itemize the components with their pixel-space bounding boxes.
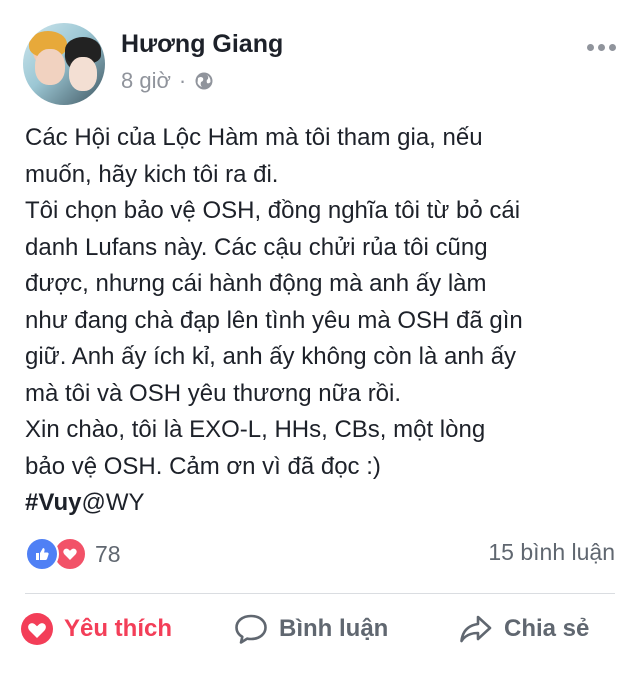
- comment-icon: [235, 614, 267, 644]
- post-text-line: được, nhưng cái hành động mà anh ấy làm: [25, 270, 487, 297]
- hashtag-line: #Vuy@WY: [25, 485, 625, 522]
- more-options-button[interactable]: [587, 44, 616, 51]
- more-dot-icon: [587, 44, 594, 51]
- avatar-face-decoration: [35, 49, 65, 85]
- comments-count[interactable]: 15 bình luận: [488, 539, 615, 566]
- author-name[interactable]: Hương Giang: [121, 30, 283, 59]
- post-text-line: Xin chào, tôi là EXO-L, HHs, CBs, một lò…: [25, 416, 486, 443]
- post-text-line: bảo vệ OSH. Cảm ơn vì đã đọc :): [25, 452, 381, 480]
- comment-button[interactable]: Bình luận: [233, 612, 388, 646]
- heart-icon: [21, 613, 53, 645]
- comment-button-label: Bình luận: [279, 615, 389, 642]
- post-time[interactable]: 8 giờ: [121, 68, 171, 94]
- avatar-face-decoration-2: [69, 57, 97, 91]
- post-text-line: như đang chà đạp lên tình yêu mà OSH đã …: [25, 306, 523, 334]
- like-icon: [25, 537, 59, 571]
- post-text-line: muốn, hãy kich tôi ra đi.: [25, 160, 279, 188]
- post-text-line: giữ. Anh ấy ích kỉ, anh ấy không còn là …: [25, 343, 517, 370]
- globe-icon[interactable]: [194, 71, 214, 91]
- share-icon: [460, 615, 492, 643]
- share-button[interactable]: Chia sẻ: [458, 612, 589, 646]
- post-text-line: mà tôi và OSH yêu thương nữa rồi.: [25, 379, 402, 407]
- post-text-line: Các Hội của Lộc Hàm mà tôi tham gia, nếu: [25, 124, 483, 151]
- more-dot-icon: [609, 44, 616, 51]
- reaction-count: 78: [95, 540, 121, 567]
- post-text-line: Tôi chọn bảo vệ OSH, đồng nghĩa tôi từ b…: [25, 197, 521, 224]
- post-meta: 8 giờ ·: [121, 68, 214, 94]
- share-button-label: Chia sẻ: [504, 615, 590, 642]
- post-body: Các Hội của Lộc Hàm mà tôi tham gia, nếu…: [25, 120, 625, 522]
- like-button-label: Yêu thích: [64, 615, 173, 642]
- more-dot-icon: [598, 44, 605, 51]
- author-avatar[interactable]: [23, 23, 105, 105]
- post-text-line: danh Lufans này. Các cậu chửi rủa tôi cũ…: [25, 233, 488, 261]
- like-button[interactable]: Yêu thích: [20, 612, 172, 646]
- meta-separator: ·: [178, 68, 187, 93]
- action-bar-divider: [25, 593, 615, 594]
- hashtag-suffix: @WY: [81, 489, 145, 516]
- hashtag-link[interactable]: #Vuy: [25, 489, 81, 516]
- reactions-summary[interactable]: 78: [25, 537, 121, 571]
